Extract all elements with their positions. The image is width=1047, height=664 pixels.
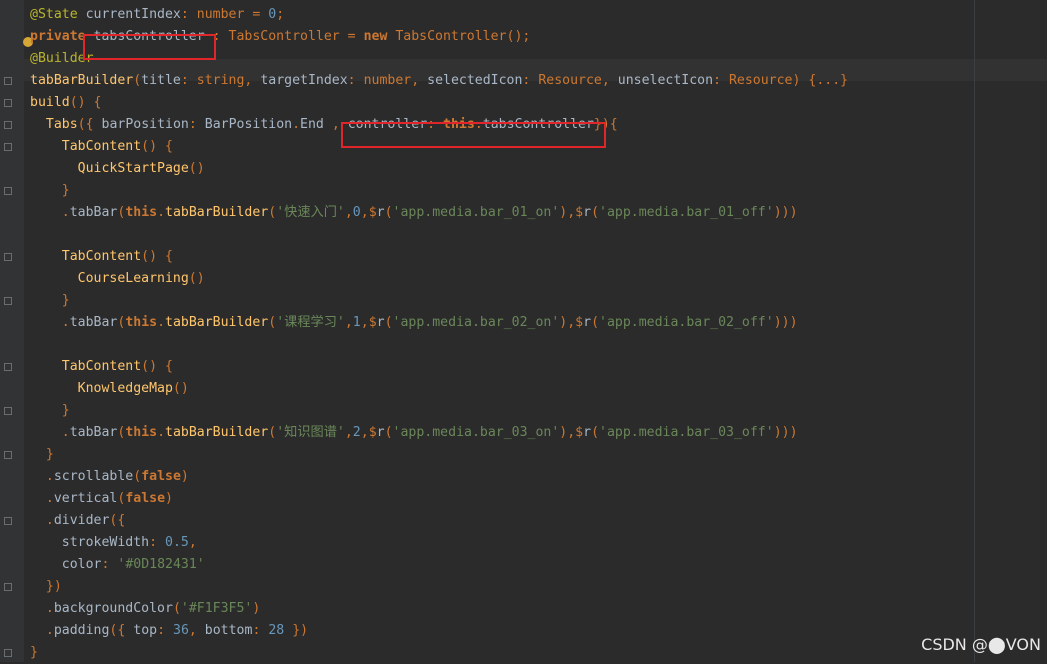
code-line[interactable]: .tabBar(this.tabBarBuilder('知识图谱',2,$r('…	[30, 422, 798, 444]
fold-marker-icon[interactable]	[4, 77, 12, 85]
fold-marker-icon[interactable]	[4, 407, 12, 415]
code-line[interactable]: .divider({	[30, 510, 125, 532]
code-line[interactable]: KnowledgeMap()	[30, 378, 189, 400]
fold-marker-icon[interactable]	[4, 649, 12, 657]
code-line[interactable]: TabContent() {	[30, 356, 173, 378]
fold-marker-icon[interactable]	[4, 143, 12, 151]
code-line[interactable]: .backgroundColor('#F1F3F5')	[30, 598, 260, 620]
code-line[interactable]: }	[30, 444, 54, 466]
highlight-box-controller-param	[341, 122, 606, 148]
code-line[interactable]: }	[30, 290, 70, 312]
code-line[interactable]: color: '#0D182431'	[30, 554, 205, 576]
code-line[interactable]: TabContent() {	[30, 136, 173, 158]
code-line[interactable]: @State currentIndex: number = 0;	[30, 4, 284, 26]
code-line[interactable]: QuickStartPage()	[30, 158, 205, 180]
code-line[interactable]: build() {	[30, 92, 102, 114]
fold-marker-icon[interactable]	[4, 121, 12, 129]
fold-marker-icon[interactable]	[4, 583, 12, 591]
fold-marker-icon[interactable]	[4, 363, 12, 371]
code-line[interactable]: CourseLearning()	[30, 268, 205, 290]
code-line[interactable]: TabContent() {	[30, 246, 173, 268]
code-line[interactable]: .padding({ top: 36, bottom: 28 })	[30, 620, 308, 642]
right-margin-guide	[974, 0, 975, 662]
fold-marker-icon[interactable]	[4, 451, 12, 459]
fold-marker-icon[interactable]	[4, 297, 12, 305]
code-line[interactable]: .tabBar(this.tabBarBuilder('快速入门',0,$r('…	[30, 202, 798, 224]
code-line[interactable]: }	[30, 180, 70, 202]
fold-marker-icon[interactable]	[4, 99, 12, 107]
code-line[interactable]: })	[30, 576, 62, 598]
watermark: CSDN @⬤VON	[921, 635, 1041, 654]
code-line[interactable]: tabBarBuilder(title: string, targetIndex…	[30, 70, 848, 92]
highlight-box-tabs-controller	[83, 34, 216, 60]
code-line[interactable]: .vertical(false)	[30, 488, 173, 510]
code-line[interactable]: .scrollable(false)	[30, 466, 189, 488]
code-line[interactable]: .tabBar(this.tabBarBuilder('课程学习',1,$r('…	[30, 312, 798, 334]
fold-marker-icon[interactable]	[4, 253, 12, 261]
fold-marker-icon[interactable]	[4, 187, 12, 195]
code-line[interactable]: }	[30, 642, 38, 664]
code-line[interactable]: }	[30, 400, 70, 422]
code-line[interactable]: strokeWidth: 0.5,	[30, 532, 197, 554]
fold-marker-icon[interactable]	[4, 517, 12, 525]
